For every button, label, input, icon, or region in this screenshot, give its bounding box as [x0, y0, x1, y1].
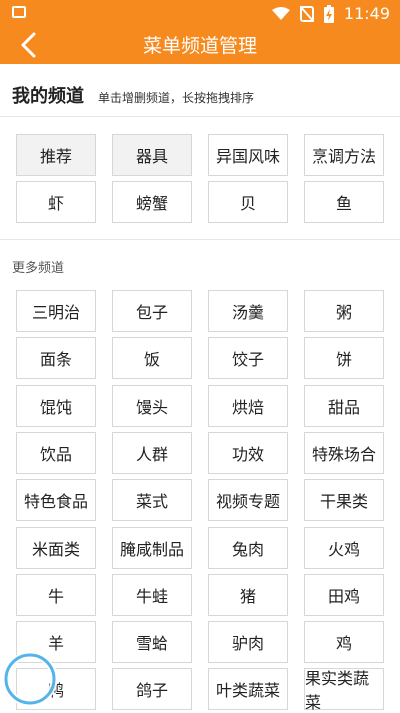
more-channels-grid: 三明治 包子 汤羹粥面条饭饺子饼馄饨 馒头 烘焙 甜品饮品 人群 功效 特殊场合特色食品 菜式 视频… — [0, 290, 400, 712]
more-channel-tile[interactable]: 雪蛤 — [112, 621, 192, 664]
status-time: 11:49 — [343, 4, 390, 23]
more-channel-tile[interactable]: 特色食品 — [16, 479, 96, 522]
more-channel-tile[interactable]: 兔肉 — [208, 526, 288, 569]
more-channel-tile[interactable]: 鸡 — [304, 621, 384, 664]
divider — [0, 239, 400, 240]
more-channel-tile[interactable]: 视频专题 — [208, 479, 288, 522]
my-channel-tile[interactable]: 贝 — [208, 181, 288, 223]
more-channel-tile[interactable]: 馒头 — [112, 384, 192, 427]
more-channel-tile[interactable]: 面条 — [16, 337, 96, 380]
more-channel-tile[interactable]: 粥 — [304, 290, 384, 332]
status-icons: 11:49 — [271, 4, 390, 23]
more-channel-tile[interactable]: 火鸡 — [304, 526, 384, 569]
my-channel-tile[interactable]: 鱼 — [304, 181, 384, 223]
app-bar: 菜单频道管理 — [0, 28, 400, 64]
more-channel-tile[interactable]: 果实类蔬菜 — [304, 668, 384, 712]
my-channel-tile[interactable]: 虾 — [16, 181, 96, 223]
channel-manager-content: 我的频道 单击增删频道，长按拖拽排序 推荐 器具 异国风味 烹调方法虾螃蟹贝鱼 更多频… — [0, 64, 400, 712]
my-channel-tile[interactable]: 螃蟹 — [112, 181, 192, 223]
more-channel-tile[interactable]: 田鸡 — [304, 573, 384, 616]
my-channel-tile[interactable]: 异国风味 — [208, 134, 288, 176]
more-channel-tile[interactable]: 人群 — [112, 431, 192, 474]
more-channel-tile[interactable]: 驴肉 — [208, 621, 288, 664]
more-channel-tile[interactable]: 牛 — [16, 573, 96, 616]
more-channel-tile[interactable]: 馄饨 — [16, 384, 96, 427]
more-channel-tile[interactable]: 饮品 — [16, 431, 96, 474]
more-channel-tile[interactable]: 牛蛙 — [112, 573, 192, 616]
my-channels-title: 我的频道 — [12, 86, 84, 107]
more-channel-tile[interactable]: 饼 — [304, 337, 384, 380]
more-channel-tile[interactable]: 叶类蔬菜 — [208, 668, 288, 711]
more-channel-tile[interactable]: 腌咸制品 — [112, 526, 192, 569]
more-channel-tile[interactable]: 菜式 — [112, 479, 192, 522]
my-channel-tile[interactable]: 器具 — [112, 134, 192, 176]
more-channel-tile[interactable]: 饭 — [112, 337, 192, 380]
more-channel-tile[interactable]: 鸭 — [16, 668, 96, 711]
more-channel-tile[interactable]: 干果类 — [304, 479, 384, 522]
more-channel-tile[interactable]: 甜品 — [304, 384, 384, 427]
more-channel-tile[interactable]: 汤羹 — [208, 290, 288, 332]
my-channels-hint: 单击增删频道，长按拖拽排序 — [98, 91, 255, 105]
wifi-icon — [271, 6, 290, 20]
more-channel-tile[interactable]: 米面类 — [16, 526, 96, 569]
my-channel-tile[interactable]: 推荐 — [16, 134, 96, 176]
more-channel-tile[interactable]: 饺子 — [208, 337, 288, 380]
page-title: 菜单频道管理 — [142, 35, 257, 57]
more-channel-tile[interactable]: 功效 — [208, 431, 288, 474]
battery-charging-icon — [323, 4, 334, 23]
more-channel-tile[interactable]: 猪 — [208, 573, 288, 616]
more-channel-tile[interactable]: 特殊场合 — [304, 431, 384, 474]
more-channels-title: 更多频道 — [12, 261, 65, 276]
image-notification-icon — [12, 6, 26, 18]
my-channel-tile[interactable]: 烹调方法 — [304, 134, 384, 176]
my-channels-header: 我的频道 单击增删频道，长按拖拽排序 — [12, 82, 254, 108]
no-sim-icon — [299, 5, 314, 22]
more-channel-tile[interactable]: 烘焙 — [208, 384, 288, 427]
more-channel-tile[interactable]: 鸽子 — [112, 668, 192, 711]
my-channels-grid: 推荐 器具 异国风味 烹调方法虾螃蟹贝鱼 — [0, 134, 400, 234]
status-bar: 11:49 — [0, 0, 400, 28]
more-channel-tile[interactable]: 羊 — [16, 621, 96, 664]
more-channel-tile[interactable]: 包子 — [112, 290, 192, 332]
more-channel-tile[interactable]: 三明治 — [16, 290, 96, 332]
divider — [0, 116, 400, 117]
